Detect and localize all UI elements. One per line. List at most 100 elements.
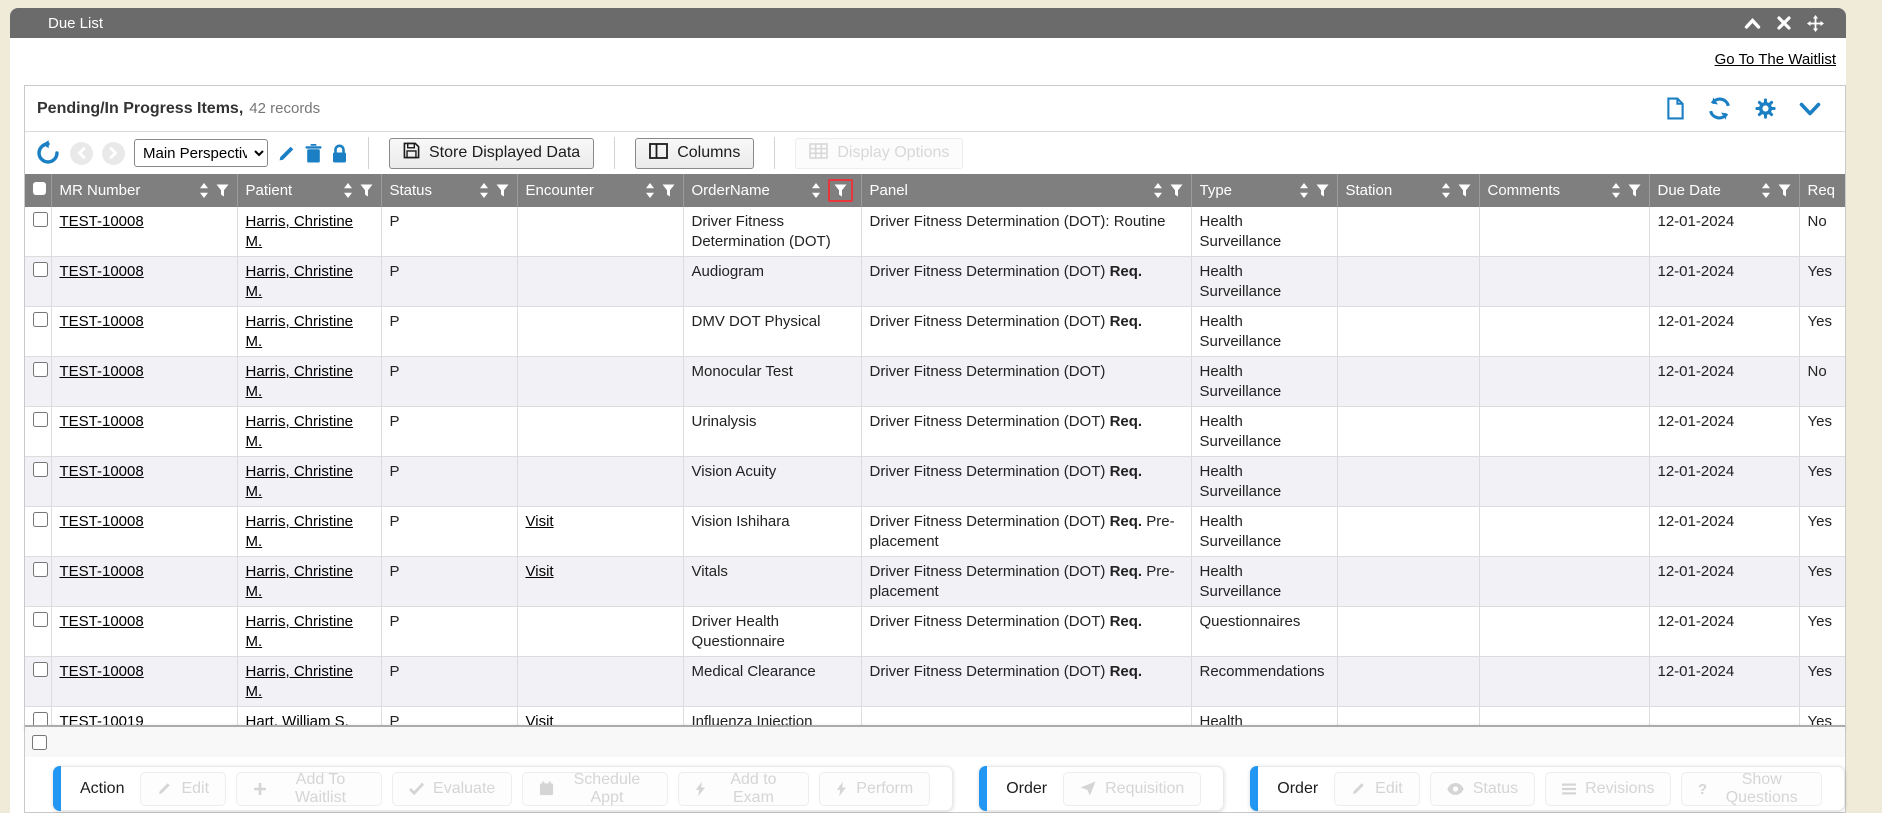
- mr-number-link[interactable]: TEST-10008: [60, 413, 144, 430]
- mr-number-link[interactable]: TEST-10008: [60, 213, 144, 230]
- sort-icon[interactable]: [1153, 182, 1163, 199]
- patient-link[interactable]: Harris, Christine M.: [246, 513, 354, 550]
- status-cell: P: [381, 407, 517, 457]
- sort-icon[interactable]: [1299, 182, 1309, 199]
- patient-link[interactable]: Harris, Christine M.: [246, 563, 354, 600]
- ordername-cell: Medical Clearance: [683, 657, 861, 707]
- patient-link[interactable]: Harris, Christine M.: [246, 463, 354, 500]
- column-header-ordername: OrderName: [683, 174, 861, 207]
- filter-icon[interactable]: [360, 184, 373, 197]
- type-cell: Health Surveillance: [1191, 357, 1337, 407]
- store-displayed-data-button[interactable]: Store Displayed Data: [389, 138, 594, 169]
- mr-number-link[interactable]: TEST-10008: [60, 463, 144, 480]
- table-footer-strip: [25, 727, 1845, 757]
- mr-number-link[interactable]: TEST-10008: [60, 613, 144, 630]
- filter-icon[interactable]: [1778, 184, 1791, 197]
- column-header-duedate: Due Date: [1649, 174, 1799, 207]
- grid-icon: [809, 143, 828, 164]
- mr-number-link[interactable]: TEST-10019: [60, 713, 144, 725]
- filter-icon[interactable]: [1170, 184, 1183, 197]
- mr-number-link[interactable]: TEST-10008: [60, 513, 144, 530]
- status-button: Status: [1430, 772, 1535, 806]
- patient-link[interactable]: Harris, Christine M.: [246, 263, 354, 300]
- mr-number-link[interactable]: TEST-10008: [60, 263, 144, 280]
- visit-link[interactable]: Visit: [526, 563, 554, 580]
- panel-cell: Driver Fitness Determination (DOT) Req.: [861, 657, 1191, 707]
- patient-link[interactable]: Harris, Christine M.: [246, 413, 354, 450]
- patient-cell: Harris, Christine M.: [237, 657, 381, 707]
- sort-icon[interactable]: [811, 182, 821, 199]
- visit-link[interactable]: Visit: [526, 513, 554, 530]
- patient-link[interactable]: Harris, Christine M.: [246, 313, 354, 350]
- required-cell: Yes: [1799, 507, 1845, 557]
- action-bar: ActionEditAdd To WaitlistEvaluateSchedul…: [53, 766, 953, 811]
- row-checkbox[interactable]: [33, 512, 48, 527]
- sort-icon[interactable]: [645, 182, 655, 199]
- patient-link[interactable]: Harris, Christine M.: [246, 213, 354, 250]
- patient-link[interactable]: Harris, Christine M.: [246, 613, 354, 650]
- sort-icon[interactable]: [479, 182, 489, 199]
- table-row: TEST-10019 Hart, William S. P Visit Infl…: [25, 707, 1845, 726]
- filter-icon[interactable]: [1458, 184, 1471, 197]
- row-checkbox[interactable]: [33, 662, 48, 677]
- row-checkbox[interactable]: [33, 312, 48, 327]
- sort-icon[interactable]: [1761, 182, 1771, 199]
- refresh-icon[interactable]: [1707, 97, 1732, 120]
- filter-icon[interactable]: [662, 184, 675, 197]
- add-to-exam-button: Add to Exam: [678, 772, 810, 806]
- due-list-table: MR NumberPatientStatusEncounterOrderName…: [25, 174, 1845, 725]
- mr-number-cell: TEST-10008: [51, 257, 237, 307]
- type-cell: Health Surveillance: [1191, 557, 1337, 607]
- mr-number-link[interactable]: TEST-10008: [60, 563, 144, 580]
- close-icon[interactable]: [1777, 16, 1791, 30]
- row-checkbox[interactable]: [33, 562, 48, 577]
- filter-icon[interactable]: [216, 184, 229, 197]
- patient-link[interactable]: Harris, Christine M.: [246, 363, 354, 400]
- required-cell: Yes: [1799, 407, 1845, 457]
- columns-button[interactable]: Columns: [635, 138, 754, 169]
- sort-icon[interactable]: [1441, 182, 1451, 199]
- visit-link[interactable]: Visit: [526, 713, 554, 725]
- filter-icon[interactable]: [1316, 184, 1329, 197]
- row-checkbox[interactable]: [33, 412, 48, 427]
- station-cell: [1337, 457, 1479, 507]
- row-checkbox[interactable]: [33, 612, 48, 627]
- lines-icon: [1562, 783, 1576, 795]
- status-cell: P: [381, 257, 517, 307]
- mr-number-link[interactable]: TEST-10008: [60, 313, 144, 330]
- mr-number-link[interactable]: TEST-10008: [60, 663, 144, 680]
- patient-link[interactable]: Hart, William S.: [246, 713, 349, 725]
- lock-icon[interactable]: [331, 144, 348, 163]
- delete-perspective-trash-icon[interactable]: [305, 144, 322, 163]
- ordername-cell: Audiogram: [683, 257, 861, 307]
- filter-icon[interactable]: [496, 184, 509, 197]
- sort-icon[interactable]: [343, 182, 353, 199]
- move-icon[interactable]: [1807, 15, 1824, 32]
- new-document-icon[interactable]: [1666, 97, 1685, 120]
- mr-number-link[interactable]: TEST-10008: [60, 363, 144, 380]
- collapse-icon[interactable]: [1744, 16, 1761, 30]
- row-checkbox[interactable]: [33, 712, 48, 725]
- select-all-checkbox[interactable]: [33, 182, 46, 195]
- go-to-waitlist-link[interactable]: Go To The Waitlist: [1715, 51, 1836, 72]
- panel-cell: Driver Fitness Determination (DOT) Req.: [861, 407, 1191, 457]
- filter-icon[interactable]: [1628, 184, 1641, 197]
- footer-row-checkbox[interactable]: [32, 735, 47, 750]
- next-perspective-icon: [102, 142, 125, 165]
- row-checkbox[interactable]: [33, 262, 48, 277]
- row-checkbox[interactable]: [33, 462, 48, 477]
- row-checkbox[interactable]: [33, 212, 48, 227]
- edit-perspective-pencil-icon[interactable]: [277, 144, 296, 163]
- type-cell: Health Surveillance: [1191, 707, 1337, 726]
- filter-icon[interactable]: [834, 184, 847, 197]
- sort-icon[interactable]: [1611, 182, 1621, 199]
- required-cell: No: [1799, 207, 1845, 257]
- row-checkbox[interactable]: [33, 362, 48, 377]
- chevron-down-icon[interactable]: [1799, 102, 1821, 116]
- gear-icon[interactable]: [1754, 97, 1777, 120]
- undo-icon[interactable]: [35, 140, 61, 166]
- perspective-select[interactable]: Main Perspective: [134, 139, 268, 167]
- sort-icon[interactable]: [199, 182, 209, 199]
- column-label-type: Type: [1200, 182, 1292, 199]
- patient-link[interactable]: Harris, Christine M.: [246, 663, 354, 700]
